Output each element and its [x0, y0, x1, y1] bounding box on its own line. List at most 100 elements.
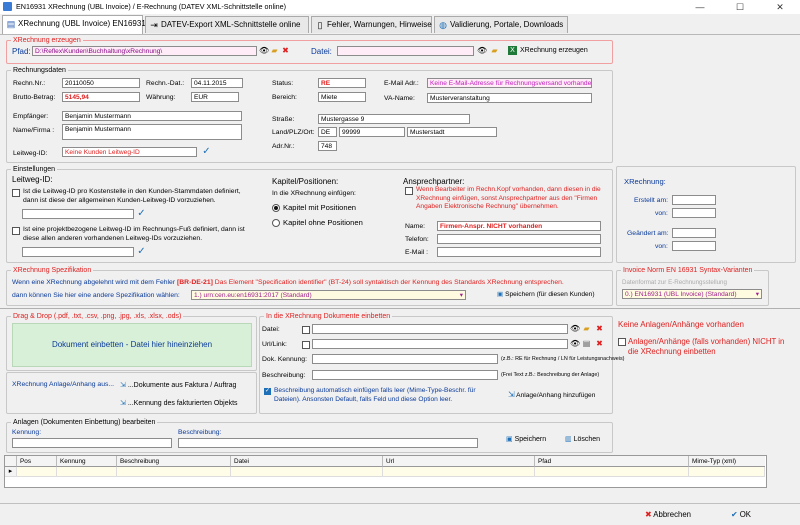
xrechnung-erzeugen-button[interactable]: X XRechnung erzeugen: [508, 44, 588, 57]
objekt-kennung-button[interactable]: ⇲ ...Kennung des fakturierten Objekts: [120, 399, 238, 407]
edit-icon[interactable]: ▤: [582, 339, 591, 348]
folder-icon[interactable]: ▰: [490, 46, 499, 55]
ansp-name-field[interactable]: Firmen-Anspr. NICHT vorhanden: [437, 221, 601, 231]
von2-label: von:: [655, 243, 668, 250]
column-header[interactable]: Url: [383, 456, 535, 467]
folder-icon[interactable]: ▰: [582, 324, 591, 333]
einbetten-datei-field[interactable]: [312, 324, 568, 334]
anlage-hinzufuegen-button[interactable]: ⇲ Anlage/Anhang hinzufügen: [508, 390, 595, 399]
folder-icon[interactable]: ▰: [270, 46, 279, 55]
dok-kennung-hint: (z.B.: RE für Rechnung / LN für Leistung…: [501, 356, 625, 362]
check-icon[interactable]: ✓: [137, 247, 146, 257]
rechnr-field[interactable]: 20110050: [62, 78, 140, 88]
check-icon[interactable]: ✓: [137, 209, 146, 219]
anlagen-table[interactable]: Pos Kennung Beschreibung Datei Url Pfad …: [4, 455, 767, 488]
column-header[interactable]: Datei: [231, 456, 383, 467]
ort-field[interactable]: Musterstadt: [407, 127, 497, 137]
spezifikation-line2: dann können Sie hier eine andere Spezifi…: [12, 292, 180, 299]
telefon-field[interactable]: [437, 234, 601, 244]
waehrung-field[interactable]: EUR: [191, 92, 239, 102]
delete-icon[interactable]: ✖: [595, 339, 604, 348]
leitweg-field[interactable]: Keine Kunden Leitweg-ID: [62, 147, 197, 157]
tab-xrechnung[interactable]: ▤ XRechnung (UBL Invoice) EN16931: [2, 15, 146, 34]
beschreibung-field[interactable]: [312, 370, 498, 380]
leitweg-projekt-checkbox[interactable]: [12, 227, 20, 235]
anlagen-beschreibung-field[interactable]: [178, 438, 478, 448]
tab-fehler[interactable]: ▯ Fehler, Warnungen, Hinweise: [311, 16, 432, 33]
brutto-field[interactable]: 5145,94: [62, 92, 140, 102]
tab-validierung[interactable]: ◍ Validierung, Portale, Downloads: [434, 16, 568, 33]
plz-field[interactable]: 99999: [339, 127, 405, 137]
von2-field[interactable]: [672, 241, 716, 251]
norm-select[interactable]: 0.) EN16931 (UBL Invoice) (Standard) ▾: [622, 289, 762, 299]
tab-datev-export[interactable]: ⇥ DATEV-Export XML-Schnittstelle online: [145, 16, 309, 33]
table-cell[interactable]: [535, 467, 689, 477]
strasse-field[interactable]: Mustergasse 9: [318, 114, 470, 124]
table-cell[interactable]: [231, 467, 383, 477]
column-header[interactable]: Mime-Typ (xml): [689, 456, 765, 467]
view-icon[interactable]: 👁: [477, 46, 487, 55]
leitweg-projekt-field[interactable]: [22, 247, 134, 257]
check-icon[interactable]: ✓: [202, 147, 211, 157]
column-header[interactable]: Beschreibung: [117, 456, 231, 467]
kapitel-sub: In die XRechnung einfügen:: [272, 190, 356, 197]
einbetten-datei-checkbox[interactable]: [302, 326, 310, 334]
dok-kennung-field[interactable]: [312, 354, 498, 364]
delete-icon[interactable]: ✖: [281, 46, 290, 55]
row-selector-icon[interactable]: ▸: [5, 467, 17, 477]
bereich-field[interactable]: Miete: [318, 92, 366, 102]
spezifikation-save-button[interactable]: ▣ Speichern (für diesen Kunden): [497, 290, 595, 298]
drop-zone[interactable]: Dokument einbetten - Datei hier hineinzi…: [12, 323, 252, 367]
erstellt-field[interactable]: [672, 195, 716, 205]
geaendert-label: Geändert am:: [627, 230, 669, 237]
column-header[interactable]: Kennung: [57, 456, 117, 467]
maximize-button[interactable]: ☐: [720, 0, 760, 14]
spezifikation-select[interactable]: 1.) urn:cen.eu:en16931:2017 (Standard) ▾: [191, 290, 466, 300]
von1-field[interactable]: [672, 208, 716, 218]
anlagen-delete-button[interactable]: ▥ Löschen: [565, 435, 600, 443]
column-header[interactable]: Pos: [17, 456, 57, 467]
anlagen-kennung-field[interactable]: [12, 438, 172, 448]
pfad-input[interactable]: D:\Reflex\Kunden\Buchhaltung\xRechnung\: [32, 46, 257, 56]
ansprechpartner-checkbox[interactable]: [405, 187, 413, 195]
adrnr-field[interactable]: 748: [318, 141, 337, 151]
document-icon: ▯: [317, 20, 323, 30]
rechndat-field[interactable]: 04.11.2015: [191, 78, 243, 88]
cancel-button[interactable]: ✖ Abbrechen: [645, 510, 691, 519]
table-cell[interactable]: [117, 467, 231, 477]
name-field[interactable]: Benjamin Mustermann: [62, 124, 242, 140]
table-cell[interactable]: [689, 467, 765, 477]
ansp-email-field[interactable]: [437, 247, 601, 257]
anlagen-save-button[interactable]: ▣ Speichern: [506, 435, 546, 443]
einbetten-url-checkbox[interactable]: [302, 341, 310, 349]
kapitel-ohne-radio[interactable]: [272, 219, 280, 227]
leitweg-kostenstelle-checkbox[interactable]: [12, 189, 20, 197]
vaname-field[interactable]: Musterveranstaltung: [427, 93, 592, 103]
table-cell[interactable]: [57, 467, 117, 477]
auto-beschreibung-checkbox[interactable]: ✓: [264, 388, 271, 395]
close-window-button[interactable]: ✕: [760, 0, 800, 14]
view-icon[interactable]: 👁: [570, 339, 580, 348]
leitweg-kostenstelle-field[interactable]: [22, 209, 134, 219]
kapitel-mit-radio[interactable]: [272, 204, 280, 212]
column-header[interactable]: Pfad: [535, 456, 689, 467]
table-cell[interactable]: [17, 467, 57, 477]
email-field[interactable]: Keine E-Mail-Adresse für Rechnungsversan…: [427, 78, 592, 88]
land-field[interactable]: DE: [318, 127, 337, 137]
table-cell[interactable]: [383, 467, 535, 477]
faktura-dokumente-button[interactable]: ⇲ ...Dokumente aus Faktura / Auftrag: [120, 381, 236, 389]
geaendert-field[interactable]: [672, 228, 716, 238]
empfaenger-field[interactable]: Benjamin Mustermann: [62, 111, 242, 121]
view-icon[interactable]: 👁: [259, 46, 269, 55]
view-icon[interactable]: 👁: [570, 324, 580, 333]
status-label: Status:: [272, 80, 294, 87]
datei-input[interactable]: [337, 46, 474, 56]
land-label: Land/PLZ/Ort:: [272, 129, 315, 136]
nicht-einbetten-checkbox[interactable]: [618, 338, 626, 346]
ok-button[interactable]: ✔ OK: [731, 510, 751, 519]
leitweg-label: Leitweg-ID:: [13, 150, 48, 157]
delete-icon[interactable]: ✖: [595, 324, 604, 333]
minimize-button[interactable]: —: [680, 0, 720, 14]
status-field[interactable]: RE: [318, 78, 366, 88]
einbetten-url-field[interactable]: [312, 339, 568, 349]
